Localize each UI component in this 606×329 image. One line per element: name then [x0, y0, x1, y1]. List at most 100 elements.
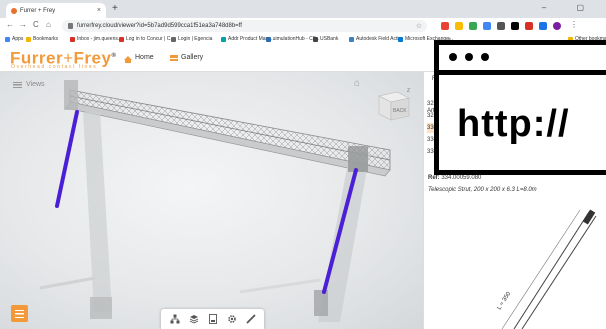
measure-icon[interactable]	[245, 313, 257, 325]
bookmark-item[interactable]: Inbox - jim.queens...	[70, 36, 122, 42]
ref-value: 334.00059.080	[441, 175, 482, 181]
truss-bottom	[65, 101, 391, 177]
http-browser-graphic: http://	[434, 40, 606, 175]
lock-icon	[68, 23, 73, 29]
highlighted-strut-left[interactable]	[55, 110, 79, 208]
bookmark-label: Log in to Concur | C...	[126, 36, 175, 42]
menu-dots-icon[interactable]: ⋮	[570, 20, 578, 29]
bookmark-item[interactable]: simulationHub - CF...	[266, 36, 319, 42]
layers-icon[interactable]	[188, 313, 200, 325]
bookmark-item[interactable]: Bookmarks	[26, 36, 58, 42]
profile-avatar[interactable]	[553, 22, 561, 30]
strut-outline	[521, 215, 597, 329]
url-text: furrerfrey.cloud/viewer?id=5b7ad9d599cca…	[77, 23, 242, 29]
extension-icon[interactable]	[441, 22, 449, 30]
bookmark-favicon-icon	[349, 36, 354, 42]
nav-gallery-label: Gallery	[181, 54, 204, 61]
browser-tab[interactable]: Furrer + Frey ×	[6, 3, 106, 18]
extension-icon[interactable]	[469, 22, 477, 30]
url-field[interactable]: furrerfrey.cloud/viewer?id=5b7ad9d599cca…	[62, 20, 427, 32]
dimension-label: L ≈ 350	[497, 291, 513, 311]
viewer-toolbar	[161, 309, 264, 329]
browser-tabstrip: Furrer + Frey × + – ▢	[0, 0, 606, 18]
bookmark-star-icon[interactable]: ☆	[416, 22, 422, 30]
dot-icon	[481, 53, 489, 61]
cantilever-stub	[239, 278, 321, 294]
dot-icon	[449, 53, 457, 61]
views-button[interactable]: Views	[13, 81, 45, 88]
nav-gallery[interactable]: Gallery	[170, 54, 203, 61]
right-mast-foot	[314, 290, 328, 316]
graphic-title-bar	[439, 45, 606, 75]
window-controls[interactable]: – ▢	[542, 3, 598, 12]
extension-icon[interactable]	[525, 22, 533, 30]
favicon-icon	[11, 7, 17, 14]
bookmark-item[interactable]: Login | Egencia	[171, 36, 212, 42]
nav-home[interactable]: Home	[124, 54, 154, 63]
bookmark-favicon-icon	[398, 36, 403, 42]
bookmark-label: Apps	[12, 36, 24, 42]
bookmark-favicon-icon	[26, 36, 31, 42]
bookmark-item[interactable]: Autodesk Field Acti...	[349, 36, 403, 42]
model-tree-icon[interactable]	[169, 313, 181, 325]
bookmark-favicon-icon	[171, 36, 176, 42]
extension-icon[interactable]	[483, 22, 491, 30]
viewcube[interactable]: BACK Z	[373, 86, 413, 126]
viewcube-face-label: BACK	[393, 108, 407, 114]
settings-icon[interactable]	[226, 313, 238, 325]
bookmark-label: Autodesk Field Acti...	[356, 36, 403, 42]
bookmark-label: Login | Egencia	[178, 36, 213, 42]
bookmark-favicon-icon	[266, 36, 271, 42]
nav-home-label: Home	[135, 54, 154, 61]
extension-icon[interactable]	[455, 22, 463, 30]
menu-icon	[13, 81, 22, 88]
extension-icon[interactable]	[539, 22, 547, 30]
bookmark-favicon-icon	[221, 36, 226, 42]
tab-close-icon[interactable]: ×	[97, 7, 101, 14]
reference-line: Ref: 334.00059.080	[428, 175, 481, 181]
bookmark-favicon-icon	[70, 36, 75, 42]
viewcube-axis-label: Z	[407, 88, 410, 94]
bookmark-label: Inbox - jim.queens...	[77, 36, 123, 42]
tab-title: Furrer + Frey	[20, 7, 56, 14]
bookmark-favicon-icon	[119, 36, 124, 42]
strut-outline	[513, 211, 590, 329]
gallery-icon	[170, 54, 178, 61]
left-mast-foot	[90, 297, 112, 319]
bookmark-favicon-icon	[5, 36, 10, 42]
viewer-home-icon[interactable]: ⌂	[354, 78, 360, 89]
views-label: Views	[26, 81, 45, 88]
forward-icon[interactable]: →	[19, 20, 27, 29]
home-icon[interactable]: ⌂	[46, 20, 51, 29]
bookmark-item[interactable]: USBank	[313, 36, 338, 42]
extension-icon[interactable]	[497, 22, 505, 30]
right-mast-head	[348, 146, 368, 172]
extension-icon[interactable]	[511, 22, 519, 30]
list-icon	[15, 309, 24, 318]
properties-icon[interactable]	[207, 313, 219, 325]
model-viewer[interactable]: Views ⌂ BACK Z	[0, 72, 423, 329]
bookmark-item[interactable]: Apps	[5, 36, 23, 42]
dot-icon	[465, 53, 473, 61]
dimension-line	[501, 209, 581, 329]
truss-girder	[69, 89, 391, 171]
logo-tagline: Overhead contact lines	[11, 64, 98, 70]
panel-toggle-button[interactable]	[11, 305, 28, 322]
truss-chord	[69, 95, 391, 161]
strut-end-fitting	[582, 209, 596, 225]
bookmark-favicon-icon	[313, 36, 318, 42]
address-bar-row: ← → C ⌂ furrerfrey.cloud/viewer?id=5b7ad…	[0, 18, 606, 35]
bookmark-label: USBank	[320, 36, 339, 42]
bookmark-label: Bookmarks	[33, 36, 59, 42]
http-text: http://	[457, 103, 570, 145]
ref-label: Ref:	[428, 175, 440, 181]
reload-icon[interactable]: C	[33, 20, 39, 29]
new-tab-button[interactable]: +	[112, 3, 118, 14]
technical-drawing: L ≈ 350	[497, 209, 597, 329]
back-icon[interactable]: ←	[6, 20, 14, 29]
left-mast-head	[64, 80, 78, 110]
part-description: Telescopic Strut, 200 x 200 x 6.3 L=8.0m	[428, 187, 537, 193]
model-canvas[interactable]	[0, 72, 423, 329]
bookmark-item[interactable]: Log in to Concur | C...	[119, 36, 175, 42]
cantilever-stub	[39, 276, 96, 290]
